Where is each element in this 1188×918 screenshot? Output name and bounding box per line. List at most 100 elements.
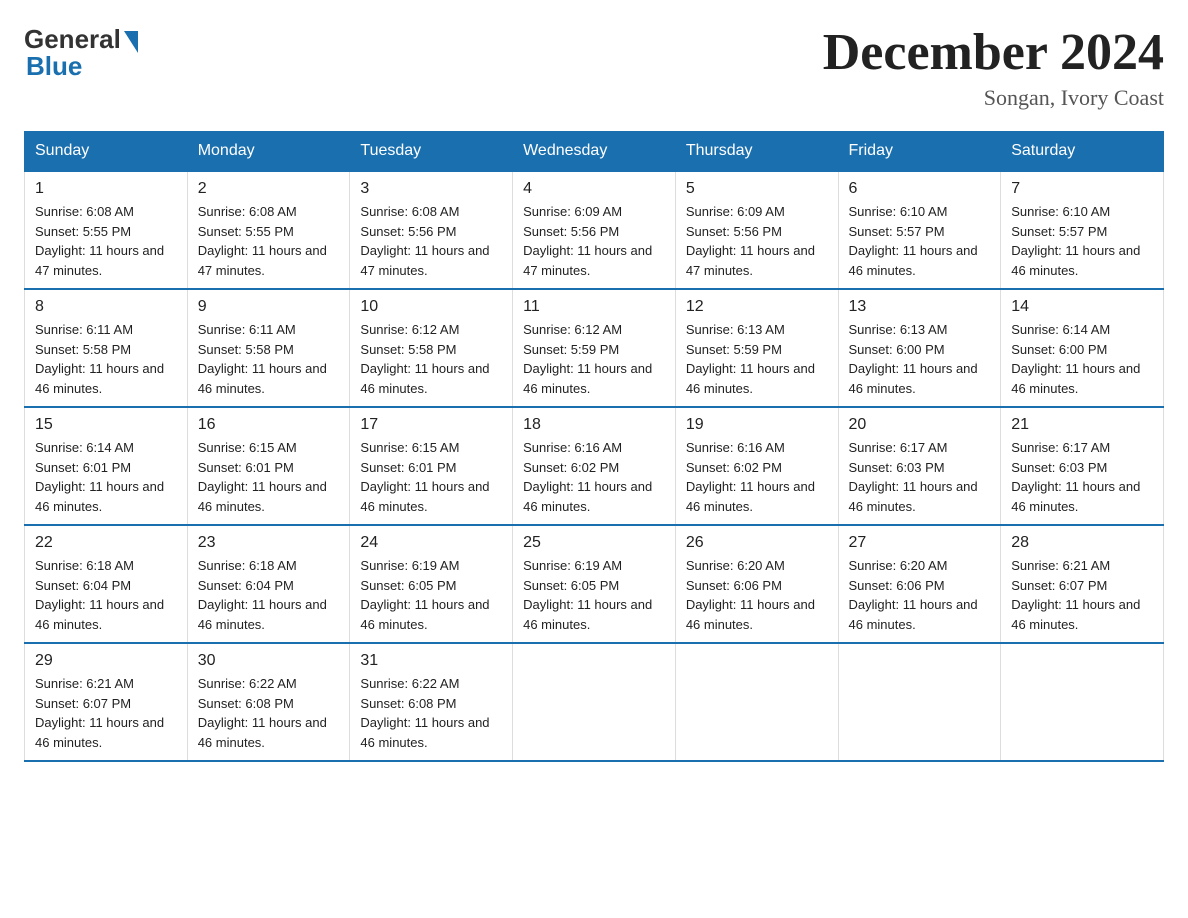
col-thursday: Thursday <box>675 132 838 172</box>
table-row: 28 Sunrise: 6:21 AMSunset: 6:07 PMDaylig… <box>1001 525 1164 643</box>
day-number: 20 <box>849 416 991 434</box>
day-number: 5 <box>686 180 828 198</box>
table-row <box>513 643 676 761</box>
day-number: 16 <box>198 416 340 434</box>
table-row: 31 Sunrise: 6:22 AMSunset: 6:08 PMDaylig… <box>350 643 513 761</box>
day-number: 31 <box>360 652 502 670</box>
table-row: 2 Sunrise: 6:08 AMSunset: 5:55 PMDayligh… <box>187 171 350 289</box>
col-saturday: Saturday <box>1001 132 1164 172</box>
table-row: 6 Sunrise: 6:10 AMSunset: 5:57 PMDayligh… <box>838 171 1001 289</box>
table-row: 5 Sunrise: 6:09 AMSunset: 5:56 PMDayligh… <box>675 171 838 289</box>
table-row: 23 Sunrise: 6:18 AMSunset: 6:04 PMDaylig… <box>187 525 350 643</box>
day-number: 1 <box>35 180 177 198</box>
day-info: Sunrise: 6:08 AMSunset: 5:56 PMDaylight:… <box>360 204 489 278</box>
day-info: Sunrise: 6:09 AMSunset: 5:56 PMDaylight:… <box>523 204 652 278</box>
day-info: Sunrise: 6:10 AMSunset: 5:57 PMDaylight:… <box>849 204 978 278</box>
day-info: Sunrise: 6:11 AMSunset: 5:58 PMDaylight:… <box>198 322 327 396</box>
day-info: Sunrise: 6:10 AMSunset: 5:57 PMDaylight:… <box>1011 204 1140 278</box>
day-number: 17 <box>360 416 502 434</box>
table-row: 20 Sunrise: 6:17 AMSunset: 6:03 PMDaylig… <box>838 407 1001 525</box>
table-row: 4 Sunrise: 6:09 AMSunset: 5:56 PMDayligh… <box>513 171 676 289</box>
day-info: Sunrise: 6:09 AMSunset: 5:56 PMDaylight:… <box>686 204 815 278</box>
calendar-title: December 2024 <box>823 24 1164 81</box>
day-info: Sunrise: 6:14 AMSunset: 6:01 PMDaylight:… <box>35 440 164 514</box>
table-row: 22 Sunrise: 6:18 AMSunset: 6:04 PMDaylig… <box>25 525 188 643</box>
table-row: 24 Sunrise: 6:19 AMSunset: 6:05 PMDaylig… <box>350 525 513 643</box>
table-row: 7 Sunrise: 6:10 AMSunset: 5:57 PMDayligh… <box>1001 171 1164 289</box>
title-block: December 2024 Songan, Ivory Coast <box>823 24 1164 111</box>
page-header: General Blue December 2024 Songan, Ivory… <box>24 24 1164 111</box>
calendar-week-row: 22 Sunrise: 6:18 AMSunset: 6:04 PMDaylig… <box>25 525 1164 643</box>
table-row: 21 Sunrise: 6:17 AMSunset: 6:03 PMDaylig… <box>1001 407 1164 525</box>
day-number: 24 <box>360 534 502 552</box>
day-number: 7 <box>1011 180 1153 198</box>
day-number: 10 <box>360 298 502 316</box>
logo-blue-text: Blue <box>24 51 82 82</box>
day-number: 11 <box>523 298 665 316</box>
table-row: 27 Sunrise: 6:20 AMSunset: 6:06 PMDaylig… <box>838 525 1001 643</box>
col-friday: Friday <box>838 132 1001 172</box>
table-row: 26 Sunrise: 6:20 AMSunset: 6:06 PMDaylig… <box>675 525 838 643</box>
day-info: Sunrise: 6:20 AMSunset: 6:06 PMDaylight:… <box>686 558 815 632</box>
col-monday: Monday <box>187 132 350 172</box>
day-info: Sunrise: 6:18 AMSunset: 6:04 PMDaylight:… <box>198 558 327 632</box>
table-row: 9 Sunrise: 6:11 AMSunset: 5:58 PMDayligh… <box>187 289 350 407</box>
table-row <box>675 643 838 761</box>
table-row: 18 Sunrise: 6:16 AMSunset: 6:02 PMDaylig… <box>513 407 676 525</box>
day-number: 21 <box>1011 416 1153 434</box>
day-number: 23 <box>198 534 340 552</box>
col-sunday: Sunday <box>25 132 188 172</box>
day-number: 4 <box>523 180 665 198</box>
day-number: 30 <box>198 652 340 670</box>
day-number: 15 <box>35 416 177 434</box>
col-tuesday: Tuesday <box>350 132 513 172</box>
table-row: 12 Sunrise: 6:13 AMSunset: 5:59 PMDaylig… <box>675 289 838 407</box>
day-number: 26 <box>686 534 828 552</box>
table-row: 8 Sunrise: 6:11 AMSunset: 5:58 PMDayligh… <box>25 289 188 407</box>
table-row: 25 Sunrise: 6:19 AMSunset: 6:05 PMDaylig… <box>513 525 676 643</box>
day-number: 6 <box>849 180 991 198</box>
day-info: Sunrise: 6:22 AMSunset: 6:08 PMDaylight:… <box>198 676 327 750</box>
day-number: 28 <box>1011 534 1153 552</box>
day-info: Sunrise: 6:08 AMSunset: 5:55 PMDaylight:… <box>35 204 164 278</box>
day-info: Sunrise: 6:13 AMSunset: 5:59 PMDaylight:… <box>686 322 815 396</box>
table-row: 1 Sunrise: 6:08 AMSunset: 5:55 PMDayligh… <box>25 171 188 289</box>
day-number: 27 <box>849 534 991 552</box>
table-row: 13 Sunrise: 6:13 AMSunset: 6:00 PMDaylig… <box>838 289 1001 407</box>
table-row: 19 Sunrise: 6:16 AMSunset: 6:02 PMDaylig… <box>675 407 838 525</box>
day-info: Sunrise: 6:19 AMSunset: 6:05 PMDaylight:… <box>523 558 652 632</box>
table-row: 29 Sunrise: 6:21 AMSunset: 6:07 PMDaylig… <box>25 643 188 761</box>
table-row: 10 Sunrise: 6:12 AMSunset: 5:58 PMDaylig… <box>350 289 513 407</box>
day-info: Sunrise: 6:21 AMSunset: 6:07 PMDaylight:… <box>35 676 164 750</box>
day-info: Sunrise: 6:16 AMSunset: 6:02 PMDaylight:… <box>686 440 815 514</box>
day-number: 25 <box>523 534 665 552</box>
logo: General Blue <box>24 24 138 82</box>
table-row: 17 Sunrise: 6:15 AMSunset: 6:01 PMDaylig… <box>350 407 513 525</box>
table-row: 16 Sunrise: 6:15 AMSunset: 6:01 PMDaylig… <box>187 407 350 525</box>
calendar-week-row: 29 Sunrise: 6:21 AMSunset: 6:07 PMDaylig… <box>25 643 1164 761</box>
day-number: 8 <box>35 298 177 316</box>
day-number: 9 <box>198 298 340 316</box>
calendar-week-row: 8 Sunrise: 6:11 AMSunset: 5:58 PMDayligh… <box>25 289 1164 407</box>
day-number: 19 <box>686 416 828 434</box>
day-info: Sunrise: 6:17 AMSunset: 6:03 PMDaylight:… <box>1011 440 1140 514</box>
col-wednesday: Wednesday <box>513 132 676 172</box>
day-info: Sunrise: 6:15 AMSunset: 6:01 PMDaylight:… <box>198 440 327 514</box>
table-row: 15 Sunrise: 6:14 AMSunset: 6:01 PMDaylig… <box>25 407 188 525</box>
day-info: Sunrise: 6:16 AMSunset: 6:02 PMDaylight:… <box>523 440 652 514</box>
day-info: Sunrise: 6:19 AMSunset: 6:05 PMDaylight:… <box>360 558 489 632</box>
calendar-header-row: Sunday Monday Tuesday Wednesday Thursday… <box>25 132 1164 172</box>
day-info: Sunrise: 6:18 AMSunset: 6:04 PMDaylight:… <box>35 558 164 632</box>
table-row <box>838 643 1001 761</box>
calendar-location: Songan, Ivory Coast <box>823 85 1164 111</box>
day-info: Sunrise: 6:12 AMSunset: 5:58 PMDaylight:… <box>360 322 489 396</box>
day-info: Sunrise: 6:20 AMSunset: 6:06 PMDaylight:… <box>849 558 978 632</box>
day-number: 2 <box>198 180 340 198</box>
day-info: Sunrise: 6:11 AMSunset: 5:58 PMDaylight:… <box>35 322 164 396</box>
day-number: 13 <box>849 298 991 316</box>
day-info: Sunrise: 6:21 AMSunset: 6:07 PMDaylight:… <box>1011 558 1140 632</box>
day-number: 22 <box>35 534 177 552</box>
calendar-week-row: 15 Sunrise: 6:14 AMSunset: 6:01 PMDaylig… <box>25 407 1164 525</box>
table-row: 30 Sunrise: 6:22 AMSunset: 6:08 PMDaylig… <box>187 643 350 761</box>
table-row: 14 Sunrise: 6:14 AMSunset: 6:00 PMDaylig… <box>1001 289 1164 407</box>
